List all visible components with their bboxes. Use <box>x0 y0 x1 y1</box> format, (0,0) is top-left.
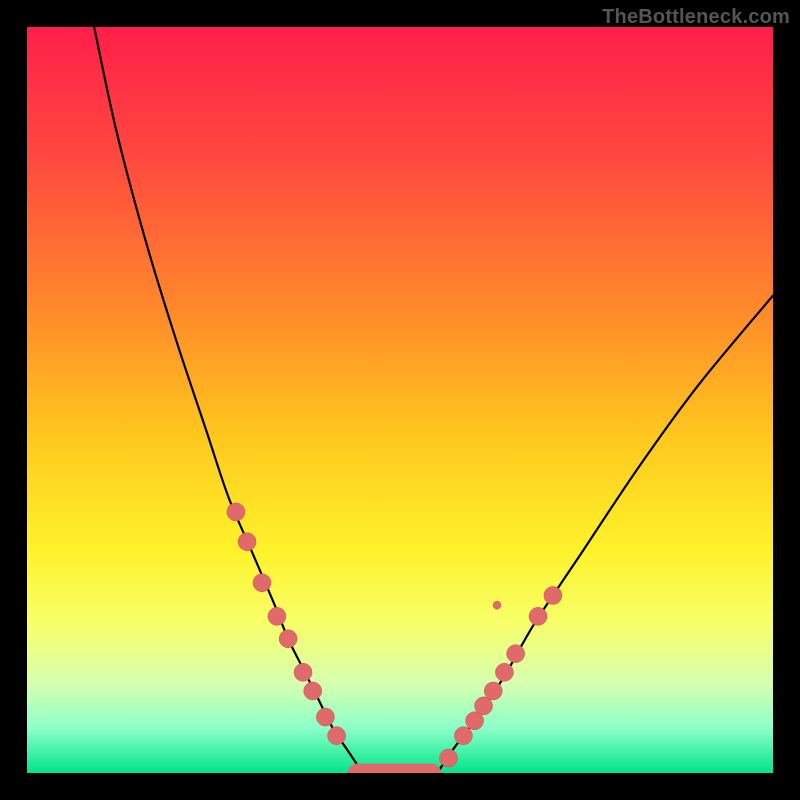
data-marker-small <box>493 601 501 609</box>
data-marker <box>238 533 256 551</box>
data-marker <box>529 607 547 625</box>
data-marker <box>495 663 513 681</box>
plot-area <box>27 27 773 773</box>
data-marker <box>454 727 472 745</box>
chart-svg <box>27 27 773 773</box>
data-marker <box>253 574 271 592</box>
data-marker <box>268 607 286 625</box>
watermark-text: TheBottleneck.com <box>602 6 790 29</box>
data-marker <box>484 682 502 700</box>
data-marker <box>316 708 334 726</box>
data-marker <box>475 697 493 715</box>
data-marker <box>279 630 297 648</box>
chart-frame: TheBottleneck.com <box>0 0 800 800</box>
data-marker <box>544 586 562 604</box>
valley-floor-bar <box>348 764 441 773</box>
data-marker <box>304 682 322 700</box>
data-marker <box>507 645 525 663</box>
data-marker <box>328 727 346 745</box>
data-marker <box>439 749 457 767</box>
data-marker <box>294 663 312 681</box>
data-marker <box>227 503 245 521</box>
